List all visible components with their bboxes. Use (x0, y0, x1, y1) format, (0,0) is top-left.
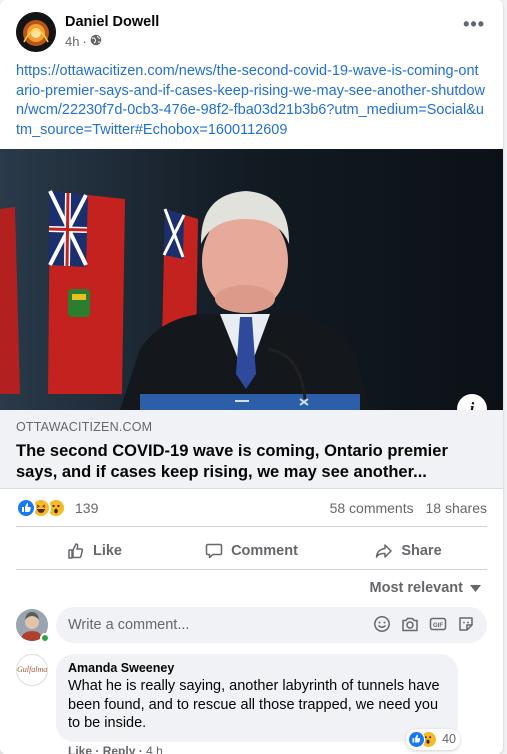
like-button[interactable]: Like (16, 534, 173, 568)
engagement-counts: 58 comments 18 shares (330, 500, 487, 516)
comment-label: Comment (231, 543, 298, 559)
link-preview-image[interactable] (0, 149, 503, 410)
comment-text: What he is really saying, another labyri… (68, 678, 440, 731)
thumbs-up-icon (68, 543, 84, 559)
comment-actions: Like · Reply · 4 h (68, 744, 163, 754)
like-reaction-icon (408, 730, 426, 748)
sticker-icon[interactable] (457, 615, 475, 633)
like-label: Like (92, 543, 122, 559)
online-status-dot (40, 633, 50, 643)
reaction-summary[interactable]: 139 (16, 498, 98, 518)
post-meta: 4h · (65, 34, 102, 49)
post-card: Daniel Dowell 4h · ••• https://ottawacit… (0, 0, 503, 754)
share-button[interactable]: Share (330, 534, 487, 568)
divider (16, 526, 487, 527)
comment-icon (205, 543, 223, 559)
share-label: Share (401, 543, 442, 559)
commenter-name[interactable]: Amanda Sweeney (68, 661, 446, 675)
link-domain: OTTAWACITIZEN.COM (16, 420, 153, 434)
flag-left-icon (48, 190, 125, 394)
comment-bubble: Amanda Sweeney What he is really saying,… (56, 654, 460, 750)
comment-composer: GIF (16, 607, 487, 647)
reaction-count: 139 (75, 500, 99, 516)
post-header: Daniel Dowell 4h · ••• (16, 12, 491, 54)
svg-text:GIF: GIF (433, 623, 443, 629)
separator: · (95, 744, 100, 754)
post-actions: Like Comment Share (16, 534, 487, 568)
composer-icons: GIF (373, 615, 475, 633)
post-stats: 139 58 comments 18 shares (16, 498, 487, 520)
share-icon (376, 544, 393, 558)
separator: · (138, 744, 143, 754)
more-options-button[interactable]: ••• (463, 14, 485, 35)
link-title[interactable]: The second COVID-19 wave is coming, Onta… (16, 441, 486, 483)
author-name[interactable]: Daniel Dowell (65, 14, 159, 30)
comment-reply-link[interactable]: Reply (103, 744, 136, 754)
comment-reactions[interactable]: 40 (406, 728, 460, 750)
link-preview-box[interactable]: OTTAWACITIZEN.COM The second COVID-19 wa… (0, 410, 503, 489)
comment-sort-dropdown[interactable]: Most relevant (370, 580, 481, 596)
comment-like-link[interactable]: Like (68, 744, 92, 754)
sort-label: Most relevant (369, 580, 463, 596)
gif-icon[interactable]: GIF (429, 615, 447, 633)
shares-count[interactable]: 18 shares (426, 500, 487, 516)
comment-reaction-count: 40 (442, 732, 456, 746)
emoji-icon[interactable] (373, 615, 391, 633)
post-time[interactable]: 4h (65, 34, 79, 49)
caret-down-icon (470, 584, 481, 592)
globe-icon (90, 34, 102, 49)
camera-icon[interactable] (401, 615, 419, 633)
like-reaction-icon (16, 498, 36, 518)
comments-count[interactable]: 58 comments (330, 500, 414, 516)
author-avatar[interactable] (16, 12, 56, 52)
comment-time[interactable]: 4 h (146, 744, 163, 754)
comment-button[interactable]: Comment (173, 534, 330, 568)
divider (16, 569, 487, 570)
post-link[interactable]: https://ottawacitizen.com/news/the-secon… (16, 62, 486, 140)
commenter-avatar[interactable]: Gulfalma (16, 654, 48, 686)
meta-separator: · (82, 34, 87, 49)
